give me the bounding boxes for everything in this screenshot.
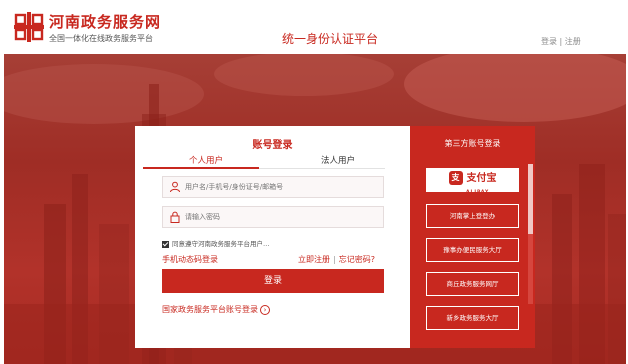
national-link-label: 国家政务服务平台账号登录 bbox=[162, 305, 258, 314]
forgot-password-link[interactable]: 忘记密码? bbox=[339, 255, 375, 264]
site-subtitle: 全国一体化在线政务服务平台 bbox=[49, 34, 153, 43]
third-party-button-shangqiu[interactable]: 商丘政务服务网厅 bbox=[426, 272, 519, 296]
third-party-button-henan[interactable]: 河南掌上登登办 bbox=[426, 204, 519, 228]
tab-legal-user[interactable]: 法人用户 bbox=[321, 154, 355, 166]
alipay-icon: 支 bbox=[448, 171, 463, 185]
password-input[interactable] bbox=[185, 210, 379, 224]
header-register-link[interactable]: 注册 bbox=[565, 37, 581, 46]
login-button[interactable]: 登录 bbox=[162, 269, 384, 293]
sms-login-link[interactable]: 手机动态码登录 bbox=[162, 254, 218, 265]
third-party-title: 第三方账号登录 bbox=[444, 139, 501, 148]
active-tab-indicator bbox=[143, 167, 259, 169]
logo-icon bbox=[14, 12, 44, 42]
arrow-circle-icon: › bbox=[260, 304, 270, 315]
third-party-login-panel: 第三方账号登录 支支付宝 ALIPAY 河南掌上登登办 豫事办便民服务大厅 商丘… bbox=[410, 126, 535, 348]
third-party-button-yushiban[interactable]: 豫事办便民服务大厅 bbox=[426, 238, 519, 262]
header-divider: | bbox=[559, 37, 563, 46]
site-title: 河南政务服务网 bbox=[49, 13, 162, 31]
register-link[interactable]: 立即注册 bbox=[298, 255, 330, 264]
page-title: 统一身份认证平台 bbox=[282, 32, 379, 46]
login-title: 账号登录 bbox=[252, 140, 293, 151]
username-input[interactable] bbox=[185, 180, 379, 194]
agreement-text: 同意遵守河南政务服务平台用户… bbox=[172, 240, 270, 248]
password-field[interactable] bbox=[162, 206, 384, 228]
checkbox-icon[interactable] bbox=[162, 240, 169, 248]
national-platform-login-link[interactable]: 国家政务服务平台账号登录 › bbox=[162, 304, 270, 315]
lock-icon bbox=[170, 211, 180, 223]
account-links: 立即注册 | 忘记密码? bbox=[298, 254, 375, 265]
scrollbar-thumb[interactable] bbox=[528, 164, 533, 234]
third-party-button-xinxiang[interactable]: 新乡政务服务大厅 bbox=[426, 306, 519, 330]
header-login-link[interactable]: 登录 bbox=[541, 37, 557, 46]
login-card: 账号登录 个人用户 法人用户 同意遵守河南政务服务平台用户… 手机动态码登录 立… bbox=[135, 126, 410, 348]
site-header: 河南政务服务网 全国一体化在线政务服务平台 统一身份认证平台 登录 | 注册 bbox=[0, 0, 628, 54]
username-field[interactable] bbox=[162, 176, 384, 198]
tab-personal-user[interactable]: 个人用户 bbox=[189, 154, 223, 166]
header-links: 登录 | 注册 bbox=[541, 36, 581, 47]
user-icon bbox=[170, 181, 180, 193]
agreement-row: 同意遵守河南政务服务平台用户… bbox=[162, 238, 270, 248]
alipay-login-button[interactable]: 支支付宝 ALIPAY bbox=[426, 168, 519, 195]
link-separator: | bbox=[333, 255, 336, 264]
tab-divider bbox=[259, 168, 385, 169]
alipay-sublabel: ALIPAY bbox=[466, 190, 490, 195]
